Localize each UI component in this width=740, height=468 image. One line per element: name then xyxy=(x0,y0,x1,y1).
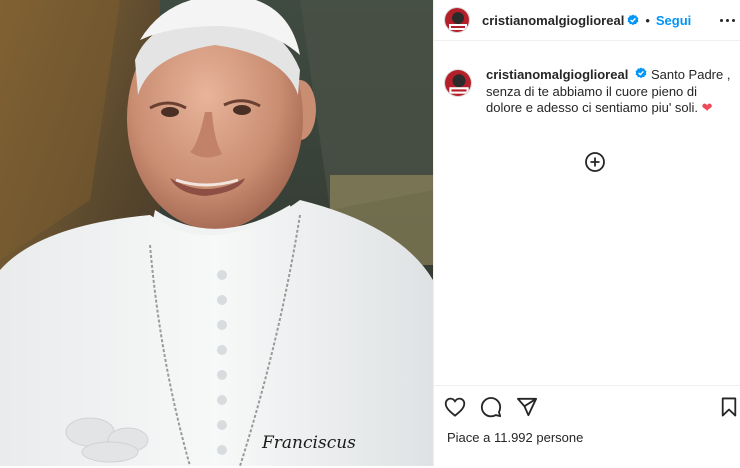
avatar-image xyxy=(445,70,471,96)
header-separator: • xyxy=(645,12,650,28)
likes-count[interactable]: Piace a 11.992 persone xyxy=(434,418,740,445)
author-username[interactable]: cristianomalgioglioreal xyxy=(482,13,624,28)
post-photo[interactable]: Franciscus xyxy=(0,0,433,466)
verified-badge-icon xyxy=(627,14,639,26)
post-header: cristianomalgioglioreal • Segui xyxy=(434,0,740,41)
author-avatar[interactable] xyxy=(444,7,470,33)
avatar-image xyxy=(445,8,469,32)
follow-button[interactable]: Segui xyxy=(656,13,691,28)
save-bookmark-icon[interactable] xyxy=(720,397,738,417)
caption-comment: cristianomalgioglioreal Santo Padre , se… xyxy=(434,41,740,117)
caption-username[interactable]: cristianomalgioglioreal xyxy=(486,67,628,82)
share-paper-plane-icon[interactable] xyxy=(516,397,538,417)
signature-text: Franciscus xyxy=(261,433,356,453)
comment-bubble-icon[interactable] xyxy=(480,396,502,418)
pope-portrait-image: Franciscus xyxy=(0,0,433,466)
action-bar: Piace a 11.992 persone xyxy=(434,385,740,468)
verified-badge-icon xyxy=(635,67,647,79)
action-icons xyxy=(434,386,740,418)
caption-author-avatar[interactable] xyxy=(444,69,472,97)
like-heart-icon[interactable] xyxy=(444,397,466,417)
post-sidebar: cristianomalgioglioreal • Segui cristian… xyxy=(433,0,740,466)
instagram-post: Franciscus cristianomalgioglioreal • Seg… xyxy=(0,0,740,466)
caption-text-block: cristianomalgioglioreal Santo Padre , se… xyxy=(486,67,736,117)
more-options-icon[interactable] xyxy=(720,18,735,22)
load-more-comments-icon[interactable] xyxy=(584,151,606,178)
red-heart-emoji: ❤ xyxy=(701,100,713,115)
